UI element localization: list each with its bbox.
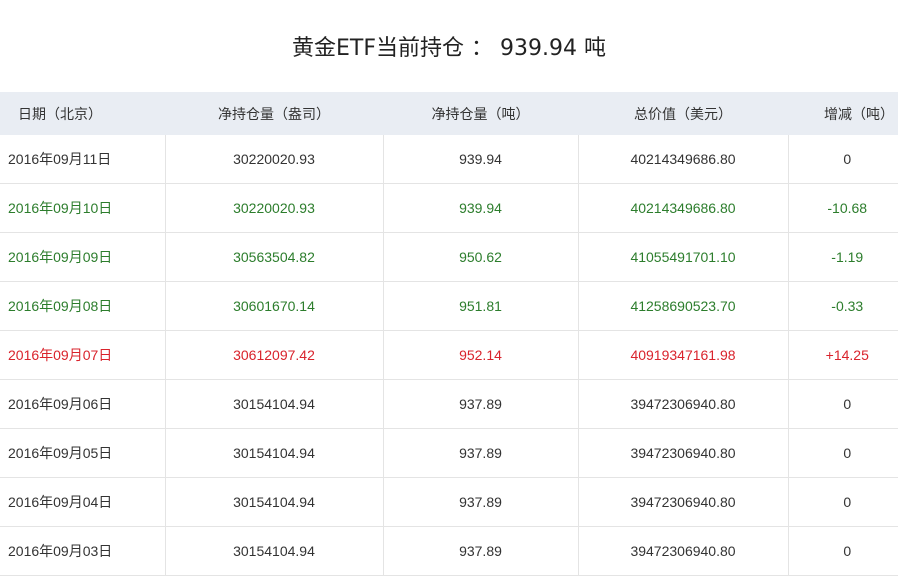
cell-date: 2016年09月08日 <box>0 281 166 331</box>
table-header-row: 日期（北京） 净持仓量（盎司） 净持仓量（吨） 总价值（美元） 增减（吨） <box>0 92 898 135</box>
cell-ounces: 30612097.42 <box>165 330 384 380</box>
table-row: 2016年09月07日 30612097.42 952.14 40919347161.… <box>0 330 898 380</box>
cell-total-value: 39472306940.80 <box>578 428 789 478</box>
column-header-tonnes[interactable]: 净持仓量（吨） <box>383 92 578 135</box>
table-row: 2016年09月03日 30154104.94 937.89 39472306940.… <box>0 526 898 576</box>
cell-tonnes: 950.62 <box>383 232 579 282</box>
cell-total-value: 40214349686.80 <box>578 183 789 233</box>
cell-date: 2016年09月05日 <box>0 428 166 478</box>
cell-total-value: 41055491701.10 <box>578 232 789 282</box>
column-header-date[interactable]: 日期（北京） <box>0 92 165 135</box>
page-title: 黄金ETF当前持仓 ： 939.94 吨 <box>292 36 606 61</box>
cell-ounces: 30220020.93 <box>165 135 384 184</box>
cell-change: 0 <box>788 477 898 527</box>
cell-date: 2016年09月06日 <box>0 379 166 429</box>
cell-ounces: 30154104.94 <box>165 526 384 576</box>
cell-total-value: 41258690523.70 <box>578 281 789 331</box>
cell-ounces: 30154104.94 <box>165 379 384 429</box>
cell-total-value: 40919347161.98 <box>578 330 789 380</box>
cell-date: 2016年09月10日 <box>0 183 166 233</box>
cell-change: 0 <box>788 526 898 576</box>
cell-change: -1.19 <box>788 232 898 282</box>
cell-tonnes: 937.89 <box>383 428 579 478</box>
column-header-change[interactable]: 增减（吨） <box>788 92 898 135</box>
cell-tonnes: 952.14 <box>383 330 579 380</box>
cell-total-value: 39472306940.80 <box>578 379 789 429</box>
cell-ounces: 30601670.14 <box>165 281 384 331</box>
table-row: 2016年09月05日 30154104.94 937.89 39472306940.… <box>0 428 898 478</box>
cell-total-value: 39472306940.80 <box>578 526 789 576</box>
table-row: 2016年09月04日 30154104.94 937.89 39472306940.… <box>0 477 898 527</box>
cell-date: 2016年09月09日 <box>0 232 166 282</box>
cell-ounces: 30154104.94 <box>165 428 384 478</box>
cell-change: -0.33 <box>788 281 898 331</box>
cell-change: 0 <box>788 428 898 478</box>
cell-change: 0 <box>788 379 898 429</box>
gold-etf-holdings-table: 日期（北京） 净持仓量（盎司） 净持仓量（吨） 总价值（美元） 增减（吨） 20… <box>0 92 898 576</box>
cell-change: -10.68 <box>788 183 898 233</box>
cell-tonnes: 951.81 <box>383 281 579 331</box>
cell-tonnes: 939.94 <box>383 135 579 184</box>
table-row: 2016年09月08日 30601670.14 951.81 41258690523.… <box>0 281 898 331</box>
column-header-total-value[interactable]: 总价值（美元） <box>578 92 788 135</box>
column-header-ounces[interactable]: 净持仓量（盎司） <box>165 92 383 135</box>
table-row: 2016年09月06日 30154104.94 937.89 39472306940.… <box>0 379 898 429</box>
cell-total-value: 39472306940.80 <box>578 477 789 527</box>
cell-date: 2016年09月03日 <box>0 526 166 576</box>
cell-tonnes: 937.89 <box>383 379 579 429</box>
cell-change: +14.25 <box>788 330 898 380</box>
cell-change: 0 <box>788 135 898 184</box>
cell-ounces: 30563504.82 <box>165 232 384 282</box>
table-row: 2016年09月11日 30220020.93 939.94 40214349686.… <box>0 135 898 184</box>
cell-ounces: 30154104.94 <box>165 477 384 527</box>
cell-date: 2016年09月07日 <box>0 330 166 380</box>
cell-date: 2016年09月11日 <box>0 135 166 184</box>
table-row: 2016年09月09日 30563504.82 950.62 41055491701.… <box>0 232 898 282</box>
cell-tonnes: 939.94 <box>383 183 579 233</box>
cell-ounces: 30220020.93 <box>165 183 384 233</box>
cell-date: 2016年09月04日 <box>0 477 166 527</box>
cell-total-value: 40214349686.80 <box>578 135 789 184</box>
cell-tonnes: 937.89 <box>383 477 579 527</box>
cell-tonnes: 937.89 <box>383 526 579 576</box>
table-row: 2016年09月10日 30220020.93 939.94 40214349686.… <box>0 183 898 233</box>
